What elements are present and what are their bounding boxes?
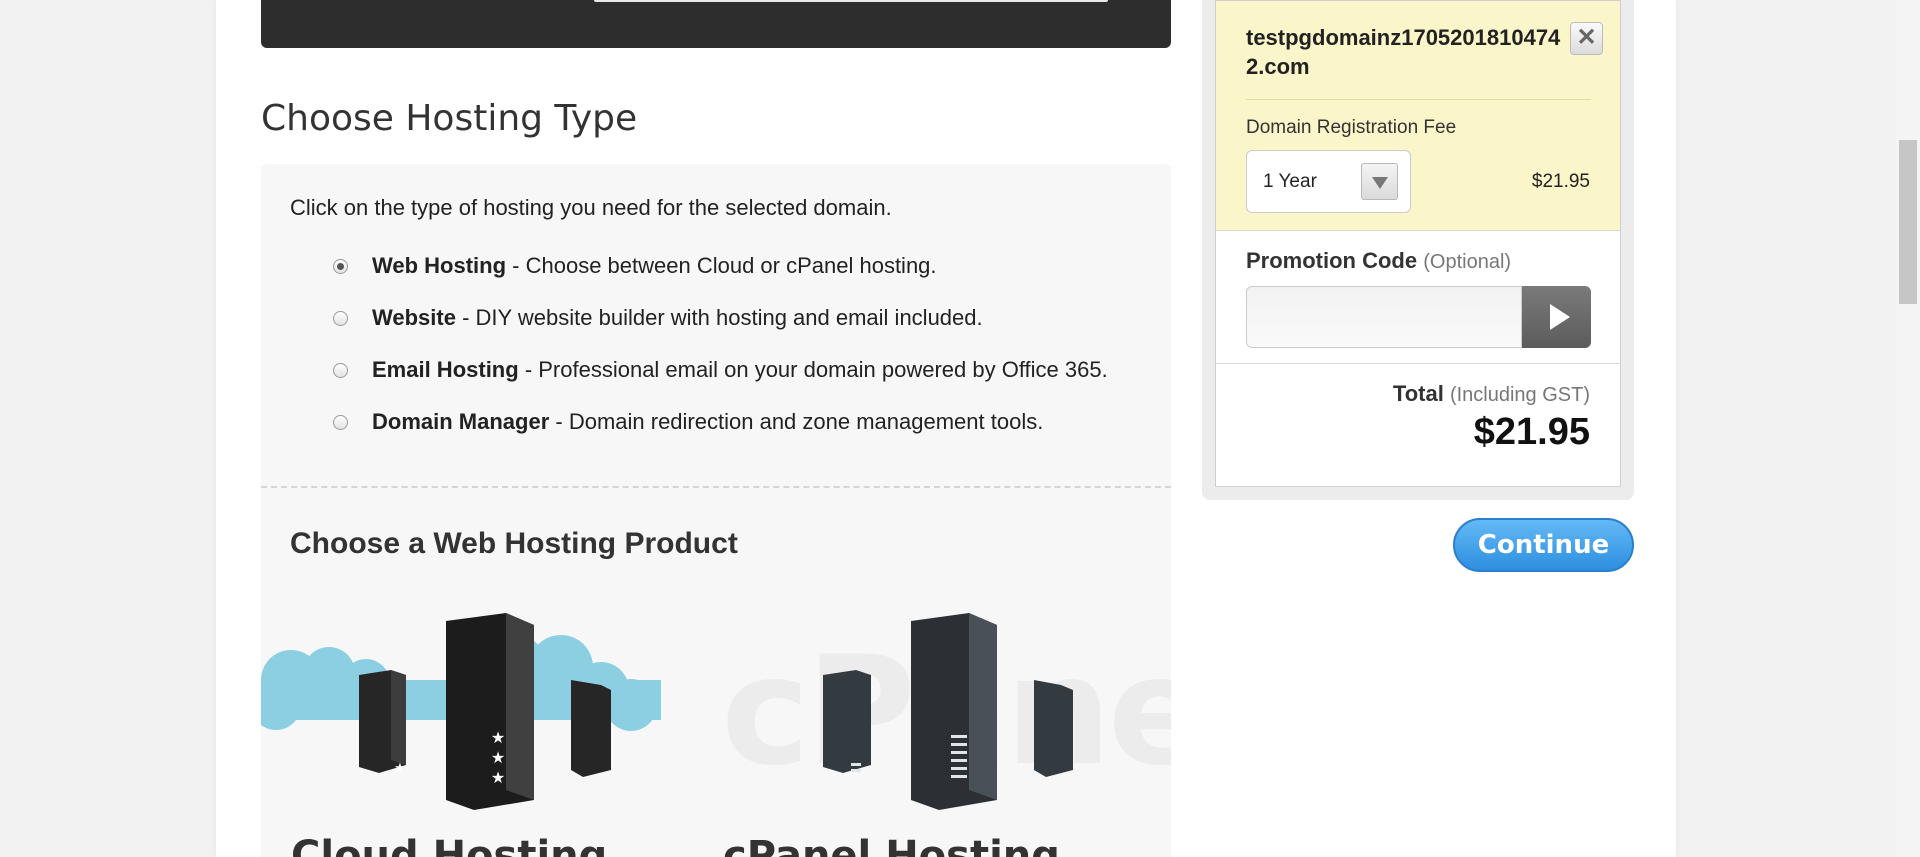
option-title: Website: [372, 305, 456, 330]
option-desc: - Professional email on your domain powe…: [524, 357, 1108, 382]
hosting-type-title: Choose Hosting Type: [261, 98, 638, 139]
chevron-down-icon[interactable]: [1361, 163, 1398, 200]
option-web-hosting[interactable]: Web Hosting - Choose between Cloud or cP…: [333, 253, 937, 279]
continue-button[interactable]: Continue: [1453, 518, 1634, 572]
fee-price: $21.95: [1531, 171, 1590, 192]
radio-domain-manager[interactable]: [333, 414, 348, 430]
svg-text:★: ★: [491, 730, 505, 747]
radio-email-hosting[interactable]: [333, 362, 348, 378]
cloud-hosting-image[interactable]: ★ ★ ★ ★: [261, 613, 1073, 810]
promo-label-text: Promotion Code: [1246, 248, 1418, 273]
option-website[interactable]: Website - DIY website builder with hosti…: [333, 305, 983, 331]
svg-text:★: ★: [491, 750, 505, 767]
domain-search-bar: [261, 0, 1171, 48]
option-desc: - Choose between Cloud or cPanel hosting…: [512, 253, 937, 278]
registration-period-select[interactable]: 1 Year: [1246, 150, 1411, 213]
cpanel-hosting-image[interactable]: [823, 613, 1073, 810]
domain-cart-item: testpgdomainz1705201810474 2.com ✕ Domai…: [1216, 1, 1620, 231]
promo-code-input[interactable]: [1246, 286, 1522, 348]
option-title: Web Hosting: [372, 253, 507, 278]
option-domain-manager[interactable]: Domain Manager - Domain redirection and …: [333, 409, 1043, 435]
svg-text:★: ★: [491, 770, 505, 787]
cart-summary: testpgdomainz1705201810474 2.com ✕ Domai…: [1215, 0, 1621, 487]
scrollbar-thumb[interactable]: [1899, 140, 1917, 304]
total-note: (Including GST): [1449, 384, 1590, 406]
divider: [1216, 363, 1620, 364]
option-title: Email Hosting: [372, 357, 519, 382]
fee-label: Domain Registration Fee: [1246, 117, 1457, 138]
close-icon[interactable]: ✕: [1570, 22, 1603, 55]
total-label-text: Total: [1392, 381, 1444, 406]
total-value: $21.95: [1473, 411, 1590, 453]
total-label: Total (Including GST): [1393, 381, 1590, 407]
svg-text:★: ★: [394, 760, 406, 775]
option-title: Domain Manager: [372, 409, 550, 434]
promo-label: Promotion Code (Optional): [1246, 248, 1511, 274]
promo-optional: (Optional): [1423, 251, 1512, 273]
hosting-intro: Click on the type of hosting you need fo…: [290, 195, 892, 220]
cart-domain-name: testpgdomainz1705201810474 2.com: [1246, 25, 1561, 79]
cpanel-hosting-title[interactable]: cPanel Hosting: [723, 833, 1060, 857]
cloud-hosting-title[interactable]: Cloud Hosting: [291, 833, 607, 857]
radio-web-hosting[interactable]: [333, 258, 348, 274]
selected-period: 1 Year: [1263, 171, 1317, 192]
section-divider: [261, 486, 1171, 488]
divider: [1246, 99, 1591, 100]
option-desc: - Domain redirection and zone management…: [555, 409, 1044, 434]
product-cards: cPanel ★ ★ ★ ★: [261, 595, 1171, 857]
radio-website[interactable]: [333, 310, 348, 326]
domain-search-field[interactable]: [594, 0, 1108, 2]
product-title: Choose a Web Hosting Product: [290, 527, 738, 560]
product-illustrations: ★ ★ ★ ★: [261, 613, 1073, 810]
play-icon[interactable]: [1522, 286, 1591, 348]
option-email-hosting[interactable]: Email Hosting - Professional email on yo…: [333, 357, 1108, 383]
option-desc: - DIY website builder with hosting and e…: [462, 305, 983, 330]
scrollbar[interactable]: [1896, 0, 1920, 857]
